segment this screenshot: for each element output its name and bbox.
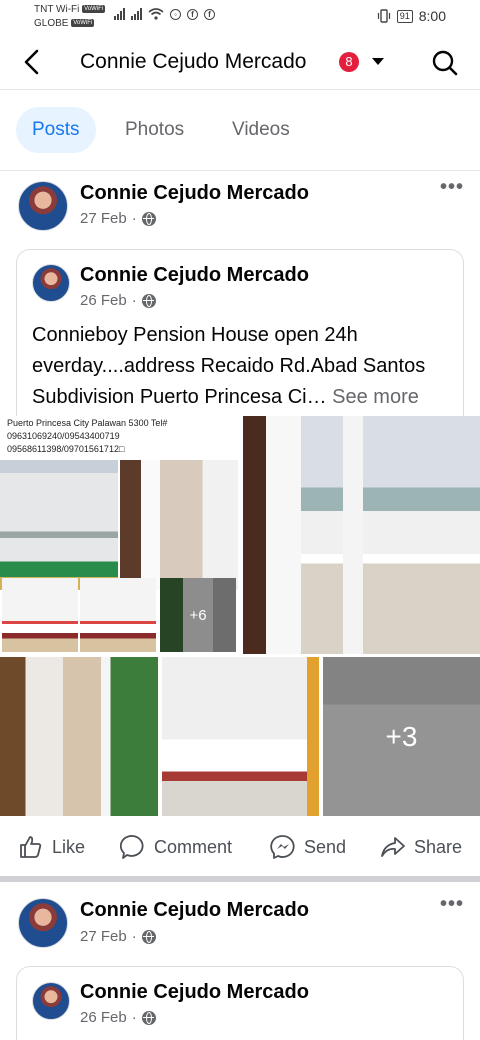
send-label: Send [304,836,347,857]
post-divider [0,876,480,882]
thumbs-up-icon [20,836,42,858]
like-button[interactable]: Like [18,834,85,860]
more-photos-overlay: +6 [160,578,236,652]
caption-line: Puerto Princesa City Palawan 5300 Tel# [7,418,168,428]
shared-post-meta: 26 Feb · [80,292,156,309]
caption-line: 09631069240/09543400719 [7,431,120,441]
dropdown-caret-icon[interactable] [372,58,384,65]
post-date[interactable]: 26 Feb [80,1009,127,1026]
tab-videos[interactable]: Videos [232,107,290,153]
wifi-icon [148,8,164,20]
tab-posts[interactable]: Posts [16,107,96,153]
messenger-icon [270,835,295,859]
post-meta: 27 Feb · [80,210,156,227]
post-author[interactable]: Connie Cejudo Mercado [80,182,309,205]
post-actions: Like Comment Send Share [0,822,480,872]
more-options-icon[interactable]: ••• [440,176,464,199]
globe-icon [141,929,156,944]
photo-caption: Puerto Princesa City Palawan 5300 Tel# 0… [7,417,167,456]
separator: · [131,1009,137,1026]
status-right: 91 8:00 [377,8,446,24]
globe-icon [141,211,156,226]
caption-line: 09568611398/09701561712□ [7,444,125,454]
separator: · [131,928,137,945]
more-options-icon[interactable]: ••• [440,893,464,916]
avatar[interactable] [18,898,68,948]
shared-post-meta: 26 Feb · [80,1009,156,1026]
bedroom-photo[interactable]: +3 [323,657,480,816]
photo-collage[interactable]: Puerto Princesa City Palawan 5300 Tel# 0… [0,416,240,654]
carrier-2: GLOBE [34,18,69,29]
shared-post-author[interactable]: Connie Cejudo Mercado [80,264,309,287]
comment-bubble-icon [120,835,144,859]
status-bar: TNT Wi-Fi VoWiFi GLOBE VoWiFi ◦ f f 91 8… [0,0,480,34]
separator: · [131,210,137,227]
clock: 8:00 [418,8,446,24]
notification-icon: ◦ [170,8,181,20]
facebook-icon: f [187,8,198,20]
globe-icon [141,293,156,308]
post-date[interactable]: 27 Feb [80,210,127,227]
page-header: Connie Cejudo Mercado 8 [0,34,480,90]
like-label: Like [52,836,86,857]
tab-photos[interactable]: Photos [125,107,184,153]
photo-grid: Puerto Princesa City Palawan 5300 Tel# 0… [0,416,480,816]
profile-tabs: Posts Photos Videos [0,91,480,171]
share-button[interactable]: Share [380,834,462,860]
comment-button[interactable]: Comment [120,834,232,860]
battery-icon: 91 [396,9,413,23]
balcony-photo[interactable] [243,416,480,654]
search-icon[interactable] [430,48,460,78]
bedroom-photo[interactable] [162,657,319,816]
signal-icon [131,8,142,20]
facebook-icon: f [204,8,215,20]
post-text: Connieboy Pension House open 24h everday… [32,320,452,413]
signal-icon [114,8,125,20]
see-more-link[interactable]: See more [332,386,419,408]
separator: · [131,292,137,309]
more-photos-overlay: +3 [323,657,480,816]
avatar[interactable] [32,264,70,302]
status-icons: ◦ f f [114,8,215,20]
back-arrow-icon[interactable] [20,48,44,76]
avatar[interactable] [18,181,68,231]
post-date[interactable]: 26 Feb [80,292,127,309]
page-title: Connie Cejudo Mercado [80,50,307,73]
shared-post-author[interactable]: Connie Cejudo Mercado [80,981,309,1004]
send-button[interactable]: Send [270,834,346,860]
carrier-1: TNT Wi-Fi [34,4,80,15]
avatar[interactable] [32,982,70,1020]
post-meta: 27 Feb · [80,928,156,945]
comment-label: Comment [154,836,233,857]
vowifi-badge: VoWiFi [71,19,95,28]
globe-icon [141,1010,156,1025]
vibrate-icon [377,9,390,23]
room-photo: +6 [160,578,236,652]
share-label: Share [414,836,463,857]
hallway-photo [120,460,238,590]
post-date[interactable]: 27 Feb [80,928,127,945]
room-photo [80,578,156,652]
share-arrow-icon [381,837,405,857]
carrier-info: TNT Wi-Fi VoWiFi GLOBE VoWiFi [34,3,106,31]
vowifi-badge: VoWiFi [82,5,106,14]
building-photo [0,460,118,590]
notification-badge[interactable]: 8 [339,52,359,72]
post-author[interactable]: Connie Cejudo Mercado [80,899,309,922]
corridor-photo[interactable] [0,657,158,816]
room-photo [2,578,78,652]
